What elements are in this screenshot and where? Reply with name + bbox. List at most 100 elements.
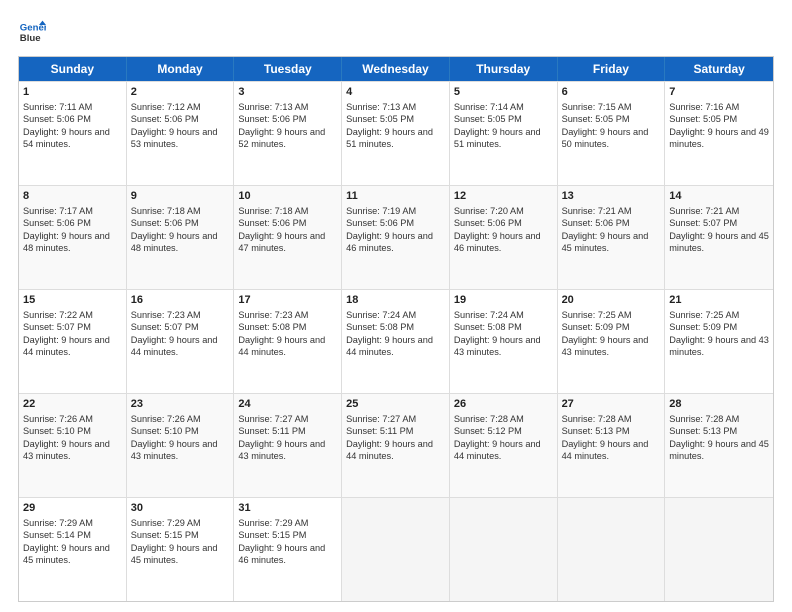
daylight-text: Daylight: 9 hours and 44 minutes.: [131, 335, 218, 357]
daylight-text: Daylight: 9 hours and 44 minutes.: [454, 439, 541, 461]
sunset-text: Sunset: 5:05 PM: [562, 114, 630, 124]
daylight-text: Daylight: 9 hours and 45 minutes.: [562, 231, 649, 253]
calendar-cell-19: 19Sunrise: 7:24 AMSunset: 5:08 PMDayligh…: [450, 290, 558, 393]
calendar-cell-empty: [558, 498, 666, 601]
daylight-text: Daylight: 9 hours and 52 minutes.: [238, 127, 325, 149]
calendar-cell-12: 12Sunrise: 7:20 AMSunset: 5:06 PMDayligh…: [450, 186, 558, 289]
sunrise-text: Sunrise: 7:20 AM: [454, 206, 524, 216]
calendar-cell-4: 4Sunrise: 7:13 AMSunset: 5:05 PMDaylight…: [342, 82, 450, 185]
sunset-text: Sunset: 5:06 PM: [23, 218, 91, 228]
sunset-text: Sunset: 5:06 PM: [131, 218, 199, 228]
calendar-cell-2: 2 Sunrise: 7:12 AM Sunset: 5:06 PM Daylight…: [127, 82, 235, 185]
sunset-text: Sunset: 5:11 PM: [238, 426, 305, 436]
sunrise-text: Sunrise: 7:28 AM: [454, 414, 524, 424]
calendar-week-4: 22Sunrise: 7:26 AMSunset: 5:10 PMDayligh…: [19, 393, 773, 497]
day-number: 28: [669, 397, 769, 412]
calendar-cell-15: 15Sunrise: 7:22 AMSunset: 5:07 PMDayligh…: [19, 290, 127, 393]
calendar-cell-31: 31Sunrise: 7:29 AMSunset: 5:15 PMDayligh…: [234, 498, 342, 601]
calendar-cell-25: 25Sunrise: 7:27 AMSunset: 5:11 PMDayligh…: [342, 394, 450, 497]
weekday-header-sunday: Sunday: [19, 57, 127, 81]
sunset-text: Sunset: 5:10 PM: [23, 426, 91, 436]
day-number: 14: [669, 189, 769, 204]
day-number: 9: [131, 189, 230, 204]
sunrise-text: Sunrise: 7:14 AM: [454, 102, 524, 112]
sunrise-text: Sunrise: 7:18 AM: [131, 206, 201, 216]
calendar-body: 1Sunrise: 7:11 AMSunset: 5:06 PMDaylight…: [19, 81, 773, 601]
sunrise-text: Sunrise: 7:29 AM: [238, 518, 308, 528]
sunrise-text: Sunrise: 7:25 AM: [562, 310, 632, 320]
calendar-header: SundayMondayTuesdayWednesdayThursdayFrid…: [19, 57, 773, 81]
header: General Blue: [18, 18, 774, 46]
calendar-cell-30: 30Sunrise: 7:29 AMSunset: 5:15 PMDayligh…: [127, 498, 235, 601]
daylight-text: Daylight: 9 hours and 43 minutes.: [562, 335, 649, 357]
sunrise-text: Sunrise: 7:28 AM: [669, 414, 739, 424]
sunset-text: Sunset: 5:06 PM: [562, 218, 630, 228]
day-number: 17: [238, 293, 337, 308]
logo-icon: General Blue: [18, 18, 46, 46]
sunset-text: Sunset: 5:15 PM: [131, 530, 199, 540]
day-number: 5: [454, 85, 553, 100]
day-number: 30: [131, 501, 230, 516]
day-number: 12: [454, 189, 553, 204]
daylight-text: Daylight: 9 hours and 43 minutes.: [238, 439, 325, 461]
sunrise-text: Sunrise: 7:18 AM: [238, 206, 308, 216]
daylight-text: Daylight: 9 hours and 49 minutes.: [669, 127, 769, 149]
calendar-cell-empty: [450, 498, 558, 601]
day-number: 10: [238, 189, 337, 204]
day-number: 19: [454, 293, 553, 308]
day-number: 8: [23, 189, 122, 204]
calendar-cell-13: 13Sunrise: 7:21 AMSunset: 5:06 PMDayligh…: [558, 186, 666, 289]
sunrise-text: Sunrise: 7:25 AM: [669, 310, 739, 320]
day-number: 7: [669, 85, 769, 100]
sunrise-text: Sunrise: 7:13 AM: [238, 102, 308, 112]
sunrise-text: Sunrise: 7:29 AM: [23, 518, 93, 528]
sunset-text: Sunset: 5:05 PM: [346, 114, 414, 124]
sunset-text: Sunset: 5:10 PM: [131, 426, 199, 436]
calendar-cell-3: 3Sunrise: 7:13 AMSunset: 5:06 PMDaylight…: [234, 82, 342, 185]
sunset-text: Sunset: 5:06 PM: [131, 114, 199, 124]
calendar: SundayMondayTuesdayWednesdayThursdayFrid…: [18, 56, 774, 602]
sunrise-text: Sunrise: 7:12 AM: [131, 102, 201, 112]
day-number: 2: [131, 85, 230, 100]
day-number: 13: [562, 189, 661, 204]
daylight-text: Daylight: 9 hours and 47 minutes.: [238, 231, 325, 253]
calendar-cell-14: 14Sunrise: 7:21 AMSunset: 5:07 PMDayligh…: [665, 186, 773, 289]
daylight-text: Daylight: 9 hours and 48 minutes.: [131, 231, 218, 253]
sunset-text: Sunset: 5:05 PM: [669, 114, 737, 124]
calendar-cell-6: 6Sunrise: 7:15 AMSunset: 5:05 PMDaylight…: [558, 82, 666, 185]
calendar-cell-1: 1Sunrise: 7:11 AMSunset: 5:06 PMDaylight…: [19, 82, 127, 185]
calendar-cell-21: 21Sunrise: 7:25 AMSunset: 5:09 PMDayligh…: [665, 290, 773, 393]
day-number: 29: [23, 501, 122, 516]
weekday-header-friday: Friday: [558, 57, 666, 81]
day-number: 27: [562, 397, 661, 412]
day-number: 1: [23, 85, 122, 100]
sunset-text: Sunset: 5:06 PM: [238, 114, 306, 124]
daylight-text: Daylight: 9 hours and 51 minutes.: [454, 127, 541, 149]
daylight-text: Daylight: 9 hours and 45 minutes.: [669, 231, 769, 253]
daylight-text: Daylight: 9 hours and 43 minutes.: [23, 439, 110, 461]
calendar-cell-23: 23Sunrise: 7:26 AMSunset: 5:10 PMDayligh…: [127, 394, 235, 497]
calendar-cell-9: 9 Sunrise: 7:18 AM Sunset: 5:06 PM Daylight…: [127, 186, 235, 289]
daylight-text: Daylight: 9 hours and 46 minutes.: [454, 231, 541, 253]
weekday-header-wednesday: Wednesday: [342, 57, 450, 81]
daylight-text: Daylight: 9 hours and 53 minutes.: [131, 127, 218, 149]
page: General Blue SundayMondayTuesdayWednesda…: [0, 0, 792, 612]
sunset-text: Sunset: 5:06 PM: [346, 218, 414, 228]
sunset-text: Sunset: 5:15 PM: [238, 530, 306, 540]
sunrise-text: Sunrise: 7:28 AM: [562, 414, 632, 424]
sunrise-text: Sunrise: 7:23 AM: [131, 310, 201, 320]
sunset-text: Sunset: 5:07 PM: [23, 322, 91, 332]
daylight-text: Daylight: 9 hours and 46 minutes.: [346, 231, 433, 253]
daylight-text: Daylight: 9 hours and 45 minutes.: [131, 543, 218, 565]
daylight-text: Daylight: 9 hours and 43 minutes.: [669, 335, 769, 357]
calendar-cell-24: 24Sunrise: 7:27 AMSunset: 5:11 PMDayligh…: [234, 394, 342, 497]
sunset-text: Sunset: 5:13 PM: [562, 426, 630, 436]
daylight-text: Daylight: 9 hours and 45 minutes.: [23, 543, 110, 565]
calendar-cell-empty: [342, 498, 450, 601]
sunrise-text: Sunrise: 7:19 AM: [346, 206, 416, 216]
sunset-text: Sunset: 5:09 PM: [669, 322, 737, 332]
sunrise-text: Sunrise: 7:27 AM: [346, 414, 416, 424]
calendar-cell-22: 22Sunrise: 7:26 AMSunset: 5:10 PMDayligh…: [19, 394, 127, 497]
sunrise-text: Sunrise: 7:26 AM: [23, 414, 93, 424]
daylight-text: Daylight: 9 hours and 54 minutes.: [23, 127, 110, 149]
